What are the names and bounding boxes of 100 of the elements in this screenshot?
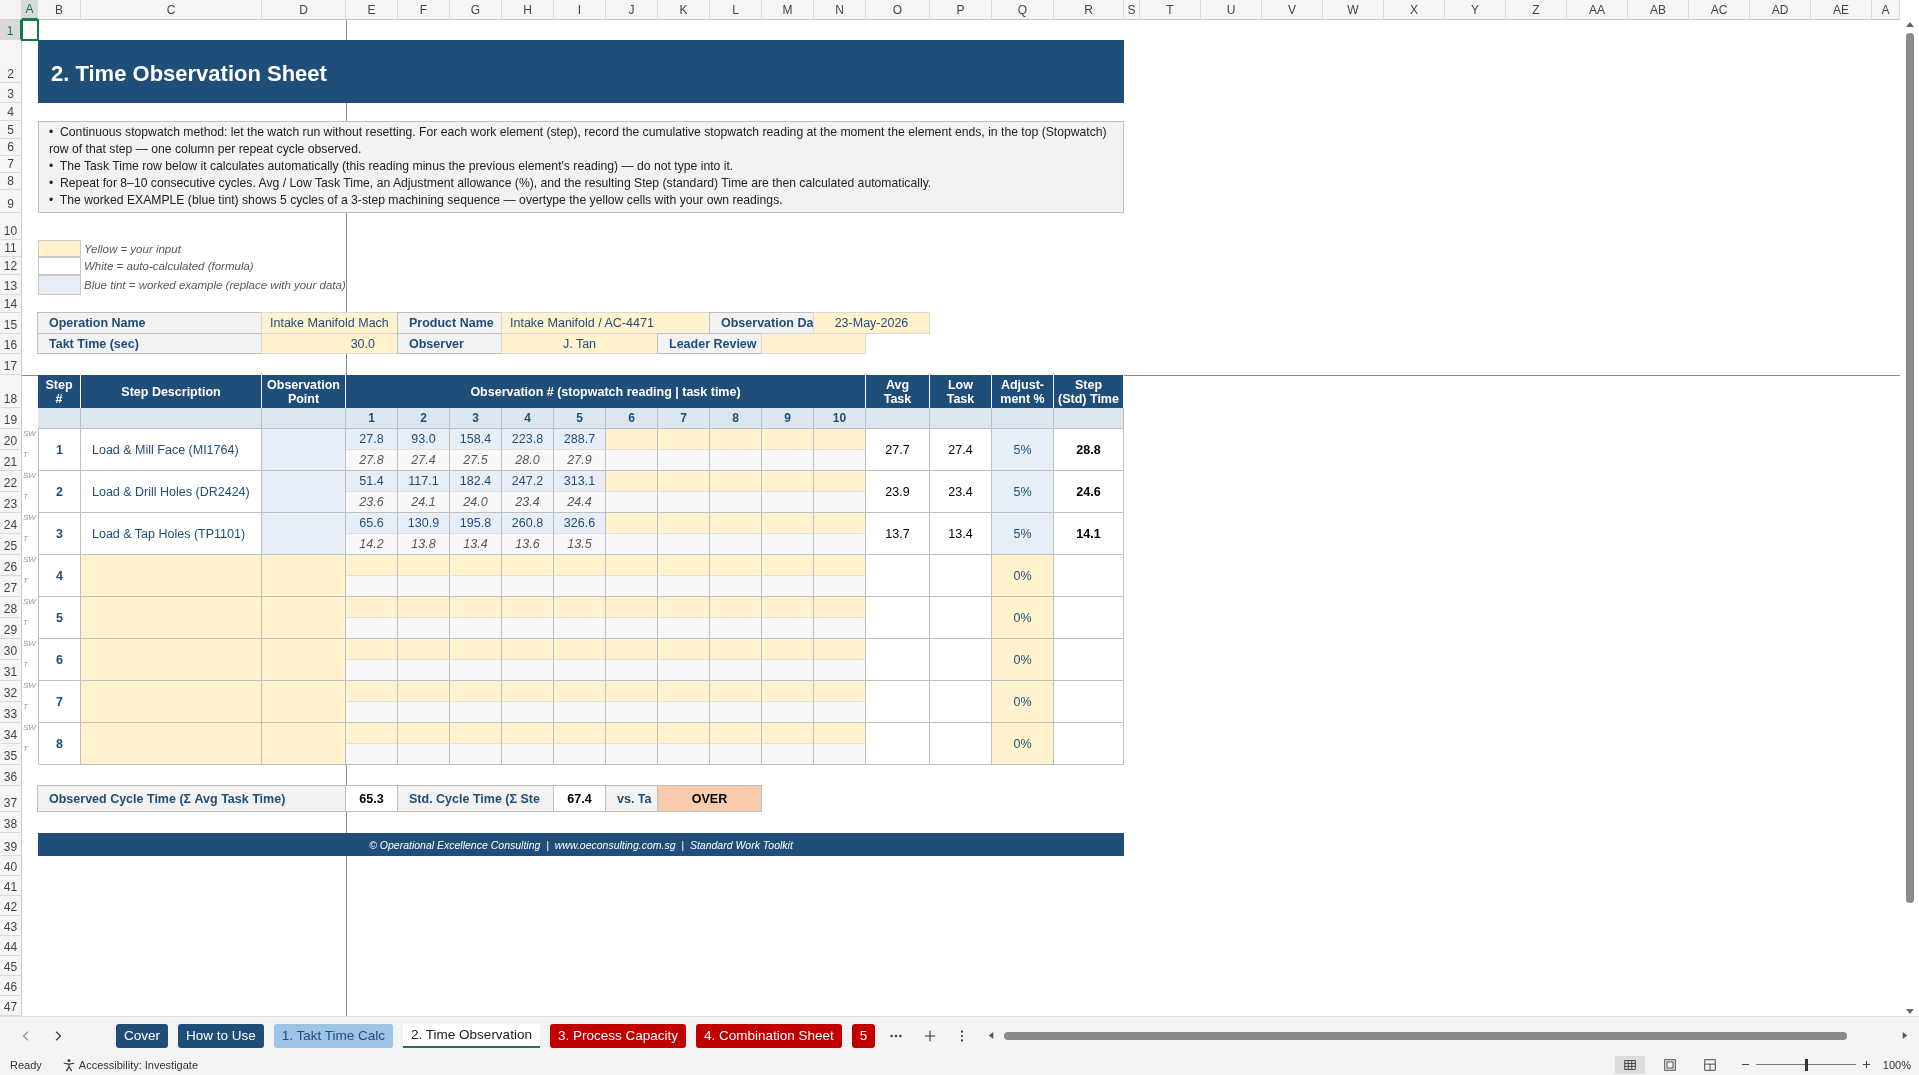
stopwatch-cell[interactable] [658,597,710,618]
stopwatch-cell[interactable] [814,471,866,492]
stopwatch-cell[interactable] [762,597,814,618]
stopwatch-cell[interactable]: 93.0 [398,429,450,450]
row-header[interactable]: 15 [0,313,22,334]
column-header[interactable]: I [554,0,606,20]
stopwatch-cell[interactable] [398,723,450,744]
zoom-in-icon[interactable] [1861,1060,1871,1069]
column-header[interactable]: S [1124,0,1140,20]
stopwatch-cell[interactable] [658,513,710,534]
row-header[interactable]: 7 [0,156,22,173]
stopwatch-cell[interactable] [658,429,710,450]
adjustment-cell[interactable]: 0% [992,723,1054,765]
scroll-up-icon[interactable] [1904,20,1915,30]
sheet-tab[interactable]: 4. Combination Sheet [695,1023,842,1048]
step-description[interactable] [81,555,262,597]
column-header[interactable]: A [22,0,38,20]
stopwatch-cell[interactable] [814,597,866,618]
stopwatch-cell[interactable] [658,471,710,492]
stopwatch-cell[interactable] [398,639,450,660]
column-header[interactable]: AB [1628,0,1689,20]
stopwatch-cell[interactable]: 247.2 [502,471,554,492]
column-header[interactable]: C [81,0,262,20]
row-header[interactable]: 25 [0,534,22,555]
view-button[interactable] [1614,1055,1645,1074]
stopwatch-cell[interactable] [606,681,658,702]
scroll-right-icon[interactable] [1900,1031,1910,1040]
row-header[interactable]: 24 [0,513,22,534]
sheet-tab[interactable]: 2. Time Observation [403,1023,540,1048]
column-header[interactable]: U [1201,0,1262,20]
sheet-tab[interactable]: 3. Process Capacity [549,1023,686,1048]
row-header[interactable]: 39 [0,833,22,856]
zoom-level[interactable]: 100% [1882,1058,1911,1071]
step-description[interactable]: Load & Tap Holes (TP1101) [81,513,262,555]
field-value[interactable] [761,333,866,354]
column-header[interactable]: Y [1445,0,1506,20]
stopwatch-cell[interactable] [814,555,866,576]
stopwatch-cell[interactable] [502,639,554,660]
stopwatch-cell[interactable] [710,597,762,618]
row-header[interactable]: 37 [0,786,22,812]
stopwatch-cell[interactable] [710,471,762,492]
column-header[interactable]: F [398,0,450,20]
row-header[interactable]: 30 [0,639,22,660]
row-header[interactable]: 44 [0,936,22,956]
stopwatch-cell[interactable] [606,555,658,576]
row-header[interactable]: 4 [0,103,22,121]
row-header[interactable]: 28 [0,597,22,618]
stopwatch-cell[interactable] [346,681,398,702]
column-header[interactable]: K [658,0,710,20]
step-description[interactable] [81,681,262,723]
stopwatch-cell[interactable] [450,681,502,702]
stopwatch-cell[interactable] [554,597,606,618]
accessibility-status[interactable]: Accessibility: Investigate [78,1058,198,1071]
column-header[interactable]: Q [992,0,1054,20]
row-header[interactable]: 19 [0,408,22,429]
stopwatch-cell[interactable]: 117.1 [398,471,450,492]
stopwatch-cell[interactable]: 260.8 [502,513,554,534]
adjustment-cell[interactable]: 0% [992,597,1054,639]
row-header[interactable]: 35 [0,744,22,765]
stopwatch-cell[interactable] [606,597,658,618]
row-header[interactable]: 12 [0,257,22,275]
stopwatch-cell[interactable] [606,639,658,660]
stopwatch-cell[interactable] [762,471,814,492]
column-header[interactable]: N [814,0,866,20]
table-cell[interactable] [262,429,346,471]
sheet-tab[interactable]: 1. Takt Time Calc [273,1023,394,1048]
stopwatch-cell[interactable] [762,555,814,576]
stopwatch-cell[interactable] [658,681,710,702]
row-header[interactable]: 18 [0,375,22,408]
stopwatch-cell[interactable] [762,723,814,744]
stopwatch-cell[interactable] [398,597,450,618]
stopwatch-cell[interactable] [502,597,554,618]
row-header[interactable]: 40 [0,856,22,876]
stopwatch-cell[interactable]: 130.9 [398,513,450,534]
stopwatch-cell[interactable]: 65.6 [346,513,398,534]
stopwatch-cell[interactable] [814,681,866,702]
stopwatch-cell[interactable] [346,639,398,660]
stopwatch-cell[interactable] [398,681,450,702]
column-header[interactable]: J [606,0,658,20]
field-value[interactable]: Intake Manifold / AC-4471 [501,312,710,334]
table-cell[interactable] [262,597,346,639]
stopwatch-cell[interactable] [658,555,710,576]
stopwatch-cell[interactable] [450,639,502,660]
stopwatch-cell[interactable] [346,597,398,618]
stopwatch-cell[interactable] [762,429,814,450]
row-header[interactable]: 29 [0,618,22,639]
adjustment-cell[interactable]: 0% [992,681,1054,723]
row-header[interactable]: 2 [0,40,22,83]
row-header[interactable]: 47 [0,996,22,1016]
stopwatch-cell[interactable] [658,723,710,744]
row-header[interactable]: 34 [0,723,22,744]
adjustment-cell[interactable]: 0% [992,639,1054,681]
row-header[interactable]: 6 [0,139,22,156]
stopwatch-cell[interactable]: 182.4 [450,471,502,492]
row-header[interactable]: 26 [0,555,22,576]
stopwatch-cell[interactable]: 223.8 [502,429,554,450]
stopwatch-cell[interactable] [606,513,658,534]
vertical-scrollbar-thumb[interactable] [1905,33,1914,903]
column-header[interactable]: X [1384,0,1445,20]
table-cell[interactable] [262,513,346,555]
